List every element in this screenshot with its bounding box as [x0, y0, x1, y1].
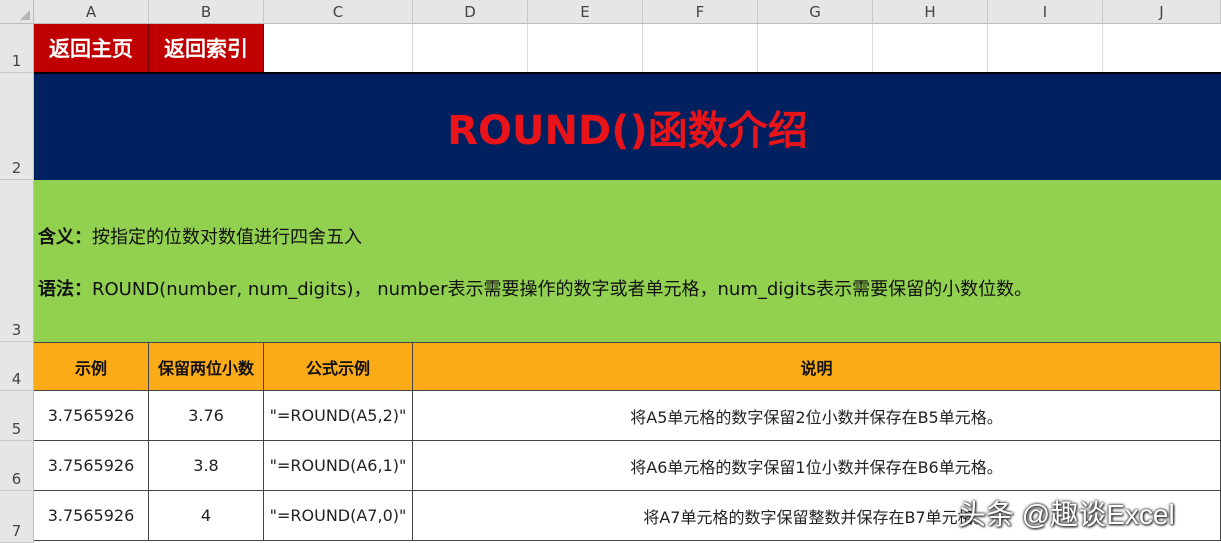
meaning-label: 含义： [38, 227, 92, 248]
select-all-corner[interactable] [0, 0, 34, 24]
table-cell-a6[interactable]: 3.7565926 [34, 441, 149, 491]
spreadsheet: A B C D E F G H I J 1 2 3 4 5 6 7 返回主页 返… [0, 0, 1221, 543]
column-header-b[interactable]: B [149, 0, 264, 24]
row-header-5[interactable]: 5 [0, 391, 34, 441]
back-to-home-button[interactable]: 返回主页 [34, 24, 149, 73]
table-header-two-decimals[interactable]: 保留两位小数 [149, 342, 264, 391]
column-header-d[interactable]: D [413, 0, 528, 24]
column-header-j[interactable]: J [1103, 0, 1221, 24]
row-header-6[interactable]: 6 [0, 441, 34, 491]
column-header-c[interactable]: C [264, 0, 413, 24]
column-header-h[interactable]: H [873, 0, 988, 24]
table-cell-c7[interactable]: "=ROUND(A7,0)" [264, 491, 413, 541]
title-band: ROUND()函数介绍 [34, 72, 1221, 180]
table-cell-b5[interactable]: 3.76 [149, 391, 264, 441]
back-to-index-button[interactable]: 返回索引 [149, 24, 264, 73]
row-header-4[interactable]: 4 [0, 342, 34, 391]
syntax-text: ROUND(number, num_digits)， number表示需要操作的… [92, 279, 1033, 300]
table-cell-d6[interactable]: 将A6单元格的数字保留1位小数并保存在B6单元格。 [413, 441, 1221, 491]
table-header-example[interactable]: 示例 [34, 342, 149, 391]
row-header-1[interactable]: 1 [0, 24, 34, 73]
table-cell-d5[interactable]: 将A5单元格的数字保留2位小数并保存在B5单元格。 [413, 391, 1221, 441]
syntax-line: 语法：ROUND(number, num_digits)， number表示需要… [38, 275, 1032, 301]
description-band [34, 180, 1221, 342]
watermark-text: 头条 @趣谈Excel [958, 499, 1175, 530]
row-header-3[interactable]: 3 [0, 180, 34, 342]
syntax-label: 语法： [38, 279, 92, 300]
table-cell-c6[interactable]: "=ROUND(A6,1)" [264, 441, 413, 491]
table-header-explanation[interactable]: 说明 [413, 342, 1221, 391]
gridline [412, 24, 413, 73]
table-cell-c5[interactable]: "=ROUND(A5,2)" [264, 391, 413, 441]
gridline [527, 24, 528, 73]
column-header-g[interactable]: G [758, 0, 873, 24]
gridline [757, 24, 758, 73]
table-cell-a5[interactable]: 3.7565926 [34, 391, 149, 441]
column-header-i[interactable]: I [988, 0, 1103, 24]
row-header-2[interactable]: 2 [0, 73, 34, 180]
column-header-f[interactable]: F [643, 0, 758, 24]
table-header-formula[interactable]: 公式示例 [264, 342, 413, 391]
gridline [1102, 24, 1103, 73]
meaning-text: 按指定的位数对数值进行四舍五入 [92, 227, 362, 248]
gridline [987, 24, 988, 73]
table-cell-a7[interactable]: 3.7565926 [34, 491, 149, 541]
column-header-a[interactable]: A [34, 0, 149, 24]
column-header-e[interactable]: E [528, 0, 643, 24]
table-cell-b6[interactable]: 3.8 [149, 441, 264, 491]
table-cell-b7[interactable]: 4 [149, 491, 264, 541]
page-title: ROUND()函数介绍 [447, 108, 808, 154]
gridline [642, 24, 643, 73]
row-header-7[interactable]: 7 [0, 491, 34, 543]
meaning-line: 含义：按指定的位数对数值进行四舍五入 [38, 223, 362, 249]
gridline [872, 24, 873, 73]
